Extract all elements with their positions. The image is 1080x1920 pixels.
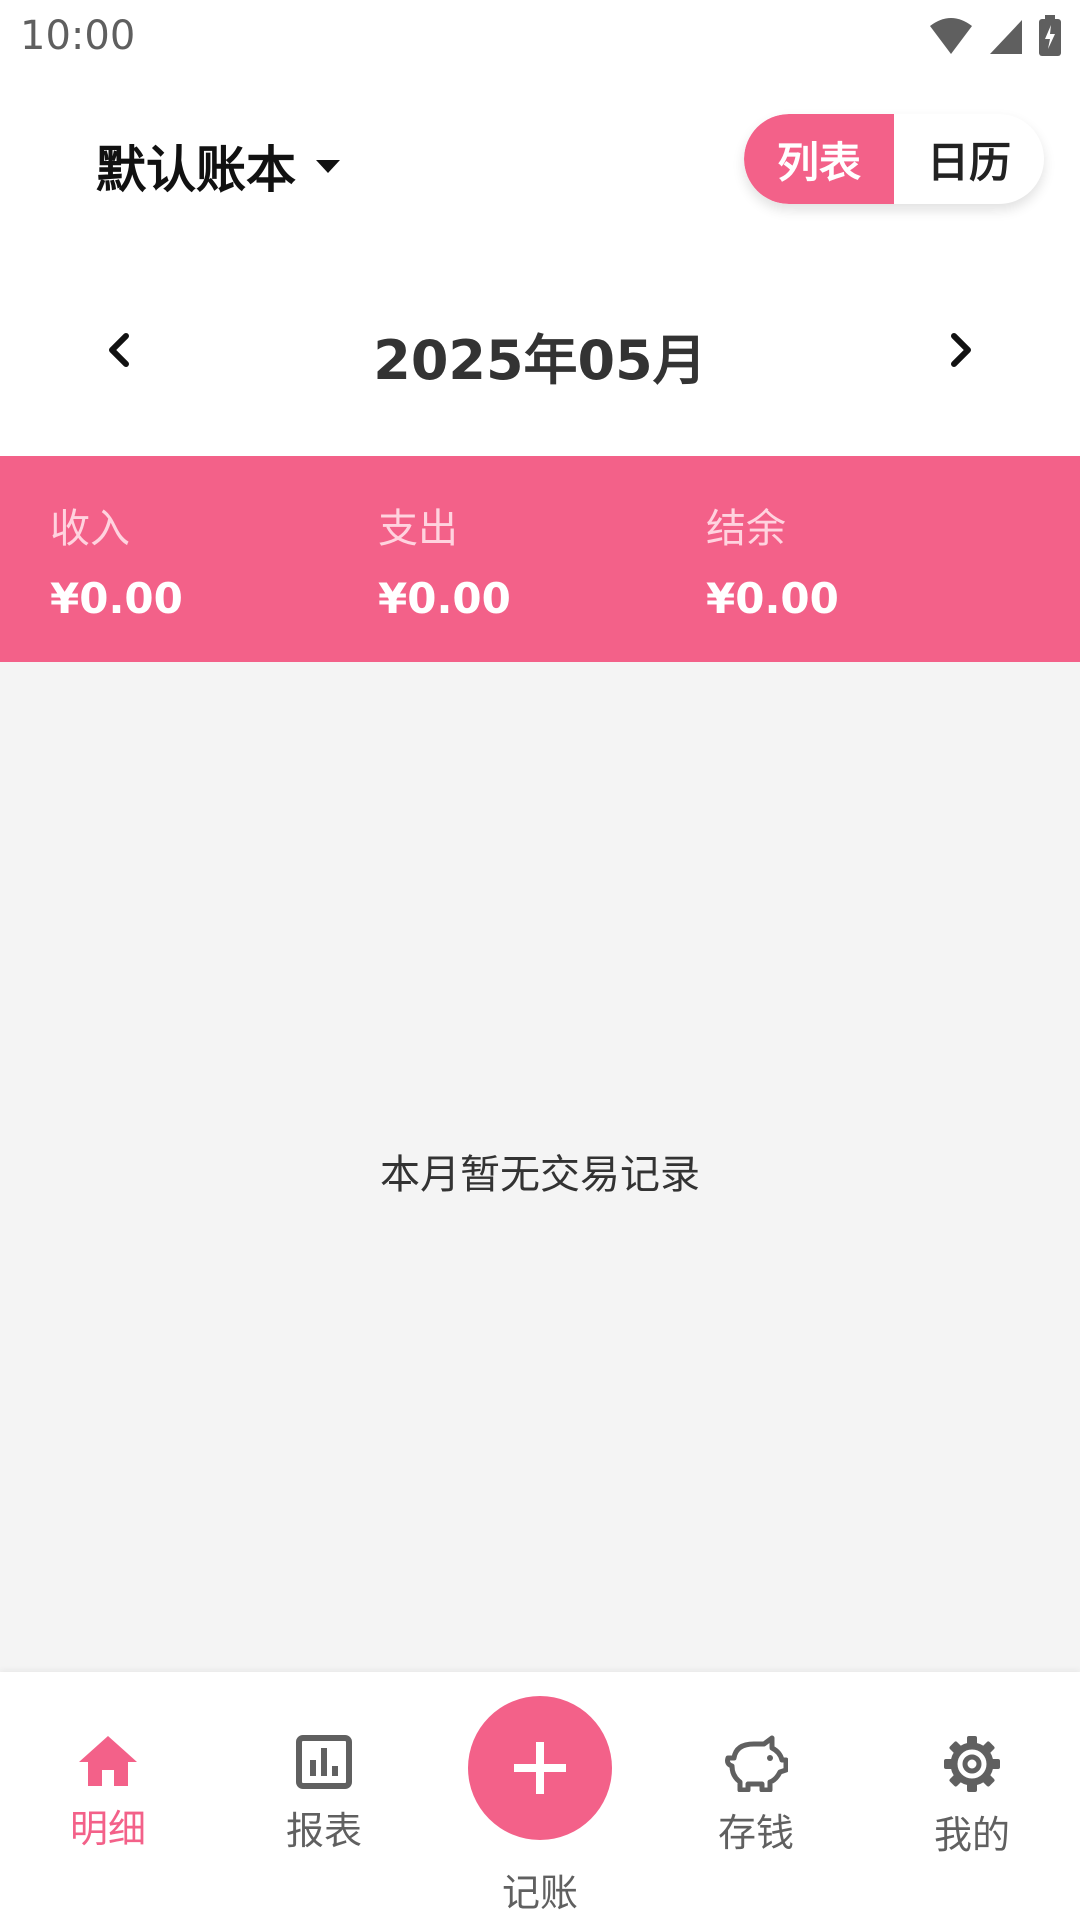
status-time: 10:00 (20, 13, 136, 59)
status-bar: 10:00 (0, 0, 1080, 72)
expense-summary: 支出 ¥0.00 (378, 496, 511, 623)
chart-icon (296, 1735, 352, 1789)
piggy-bank-icon (725, 1735, 788, 1792)
nav-item-mine[interactable]: 我的 (892, 1734, 1052, 1859)
income-summary: 收入 ¥0.00 (50, 496, 183, 623)
home-icon (79, 1736, 137, 1786)
gear-icon (944, 1736, 1000, 1792)
signal-icon (990, 20, 1022, 54)
bottom-navigation: 明细 报表 记账 存钱 我的 (0, 1672, 1080, 1920)
month-title: 2025年05月 (373, 329, 707, 392)
balance-value: ¥0.00 (706, 574, 839, 623)
balance-summary: 结余 ¥0.00 (706, 496, 839, 623)
tab-calendar[interactable]: 日历 (894, 114, 1044, 204)
add-record-button[interactable]: 记账 (468, 1696, 612, 1917)
caret-down-icon (316, 160, 340, 173)
tab-calendar-label: 日历 (926, 137, 1011, 187)
wifi-icon (930, 18, 972, 54)
nav-report-label: 报表 (285, 1809, 362, 1853)
tab-list-label: 列表 (776, 137, 861, 187)
expense-label: 支出 (378, 506, 458, 552)
expense-value: ¥0.00 (378, 574, 511, 623)
plus-icon (514, 1742, 566, 1794)
nav-item-report[interactable]: 报表 (244, 1734, 404, 1855)
add-circle[interactable] (468, 1696, 612, 1840)
nav-item-saving[interactable]: 存钱 (676, 1734, 836, 1857)
income-value: ¥0.00 (50, 574, 183, 623)
nav-saving-label: 存钱 (717, 1811, 794, 1855)
battery-icon (1039, 15, 1061, 56)
nav-mine-label: 我的 (933, 1813, 1010, 1857)
ledger-selector[interactable]: 默认账本 (96, 130, 342, 202)
status-icons (928, 15, 1062, 57)
view-toggle: 列表 日历 (744, 114, 1044, 204)
monthly-summary: 收入 ¥0.00 支出 ¥0.00 结余 ¥0.00 (0, 456, 1080, 662)
balance-label: 结余 (706, 506, 786, 552)
tab-list[interactable]: 列表 (744, 114, 894, 204)
nav-details-label: 明细 (69, 1807, 146, 1851)
header: 默认账本 列表 日历 (0, 92, 1080, 222)
next-month-button[interactable] (932, 322, 988, 378)
transaction-list[interactable]: 本月暂无交易记录 (0, 662, 1080, 1672)
nav-add-label: 记账 (501, 1871, 578, 1915)
nav-item-details[interactable]: 明细 (28, 1734, 188, 1853)
empty-state-text: 本月暂无交易记录 (380, 1152, 700, 1198)
ledger-name: 默认账本 (96, 141, 296, 199)
income-label: 收入 (50, 506, 130, 552)
month-navigation: 2025年05月 (0, 300, 1080, 400)
chevron-right-icon (951, 333, 971, 367)
